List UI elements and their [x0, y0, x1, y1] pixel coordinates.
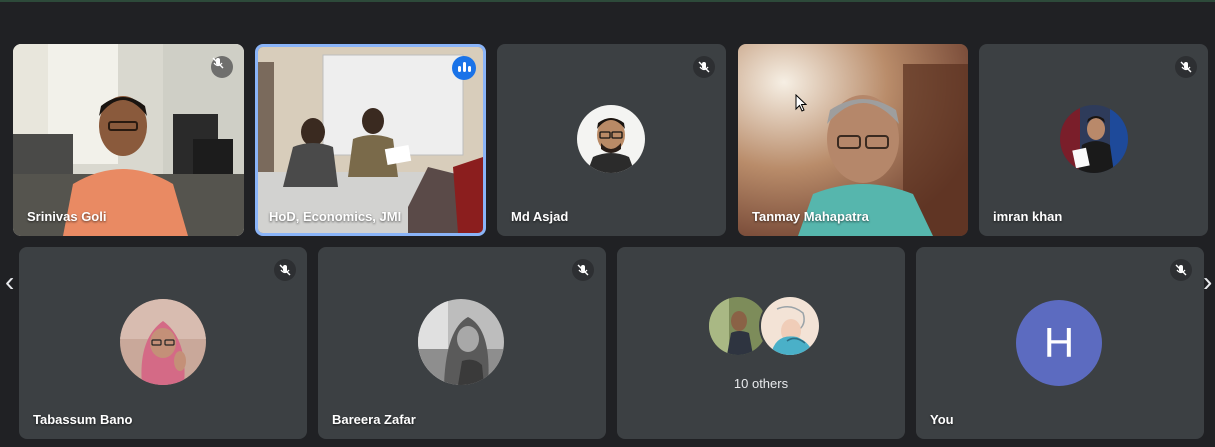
- participant-tile-md-asjad[interactable]: Md Asjad: [497, 44, 726, 236]
- participant-tile-hod-economics[interactable]: HoD, Economics, JMI: [255, 44, 486, 236]
- video-feed: [258, 47, 483, 233]
- video-feed: [738, 44, 968, 236]
- mic-off-icon: [1175, 264, 1187, 276]
- participant-name: Md Asjad: [511, 209, 569, 224]
- mouse-cursor-icon: [795, 94, 807, 112]
- participant-name: You: [930, 412, 954, 427]
- mic-off-icon: [279, 264, 291, 276]
- participant-tile-you[interactable]: H You: [916, 247, 1204, 439]
- participant-tile-tanmay-mahapatra[interactable]: Tanmay Mahapatra: [738, 44, 968, 236]
- mic-muted-indicator: [1170, 259, 1192, 281]
- chevron-left-icon: ‹: [5, 266, 15, 297]
- participant-tile-tabassum-bano[interactable]: Tabassum Bano: [19, 247, 307, 439]
- participant-tile-srinivas-goli[interactable]: Srinivas Goli: [13, 44, 244, 236]
- participant-name: Srinivas Goli: [27, 209, 107, 224]
- participant-tile-others[interactable]: 10 others: [617, 247, 905, 439]
- mic-off-icon: [1180, 61, 1192, 73]
- participant-name: HoD, Economics, JMI: [269, 209, 402, 224]
- participant-name: Bareera Zafar: [332, 412, 416, 427]
- avatar: [120, 299, 206, 385]
- chevron-right-icon: ›: [1203, 266, 1213, 297]
- participant-name: Tanmay Mahapatra: [752, 209, 869, 224]
- audio-level-icon: [458, 66, 461, 72]
- mic-muted-indicator: [693, 56, 715, 78]
- mic-muted-indicator: [572, 259, 594, 281]
- avatar: [577, 105, 645, 173]
- avatar: [418, 299, 504, 385]
- mic-off-icon: [577, 264, 589, 276]
- participant-tile-bareera-zafar[interactable]: Bareera Zafar: [318, 247, 606, 439]
- mic-muted-indicator: [1175, 56, 1197, 78]
- top-divider: [0, 0, 1215, 2]
- participant-tile-imran-khan[interactable]: imran khan: [979, 44, 1208, 236]
- participant-name: Tabassum Bano: [33, 412, 133, 427]
- previous-page-button[interactable]: ‹: [5, 268, 14, 296]
- mic-muted-indicator: [211, 56, 233, 78]
- mic-muted-indicator: [274, 259, 296, 281]
- participant-name: imran khan: [993, 209, 1063, 224]
- mic-off-icon: [212, 57, 224, 69]
- mic-off-icon: [698, 61, 710, 73]
- video-feed: [13, 44, 244, 236]
- others-count: 10 others: [733, 376, 789, 391]
- avatar: [759, 295, 821, 357]
- avatar: [1060, 105, 1128, 173]
- avatar: H: [1016, 300, 1102, 386]
- speaking-indicator: [452, 56, 476, 80]
- next-page-button[interactable]: ›: [1203, 268, 1212, 296]
